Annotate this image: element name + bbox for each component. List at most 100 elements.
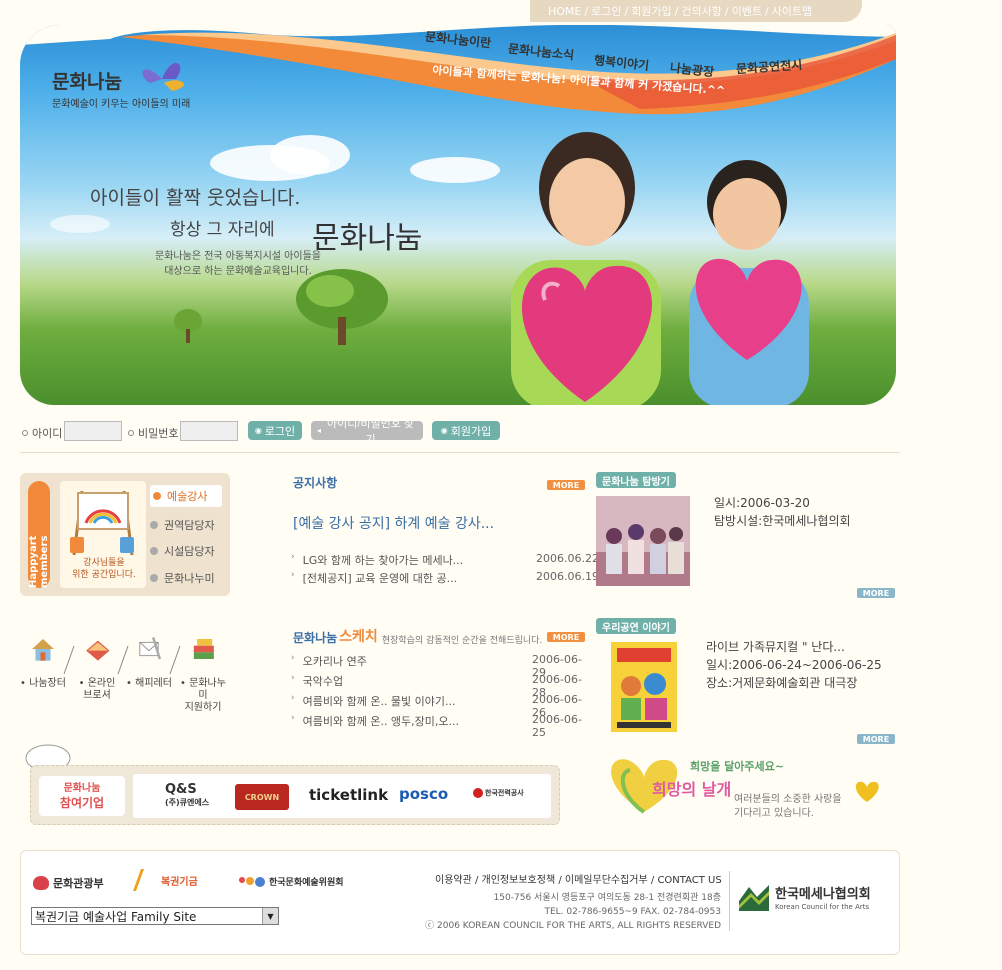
- arko-logo-text: 한국문화예술위원회: [269, 878, 344, 888]
- member-item-label: 예술강사: [167, 490, 208, 503]
- footer-address-block: 150-756 서울시 영등포구 여의도동 28-1 전경련회관 18층 TEL…: [401, 891, 721, 933]
- notice-headline[interactable]: [예술 강사 공지] 하계 예술 강사...: [293, 513, 494, 533]
- quick-link-label-line2: 브로셔: [83, 690, 111, 701]
- footer-link-contact[interactable]: CONTACT US: [657, 875, 721, 886]
- logo-title[interactable]: 문화나눔: [52, 67, 122, 94]
- footer-divider: [729, 871, 730, 931]
- arrow-icon: ›: [291, 673, 295, 683]
- notice-row[interactable]: › [전체공지] 교육 운영에 대한 공... 2006.06.19: [291, 570, 599, 586]
- member-item-facility-manager[interactable]: 시설담당자: [150, 543, 215, 559]
- member-item-volunteer[interactable]: 문화나누미: [150, 570, 215, 586]
- notice-row-date: 2006.06.19: [536, 570, 599, 583]
- top-link-home[interactable]: HOME: [548, 5, 581, 18]
- sketch-description: 현장학습의 감동적인 순간을 전해드립니다.: [381, 636, 543, 646]
- login-button[interactable]: ◉ 로그인: [248, 421, 302, 440]
- performance-poster[interactable]: [611, 642, 677, 732]
- quick-link-market[interactable]: • 나눔장터: [20, 634, 66, 690]
- quick-link-volunteer[interactable]: • 문화나누미 지원하기: [176, 634, 230, 714]
- separator: /: [674, 4, 679, 18]
- bullet-icon: [150, 574, 158, 582]
- book-icon: [86, 640, 110, 661]
- member-item-artist[interactable]: 예술강사: [150, 485, 222, 507]
- arrow-icon: ›: [291, 570, 295, 580]
- sponsor-box: 문화나눔 참여기업 Q&S (주)큐엔에스 CROWN ticketlink po…: [30, 765, 560, 825]
- crown-logo[interactable]: CROWN: [235, 784, 289, 810]
- qns-logo-sub: (주)큐엔에스: [165, 798, 210, 807]
- footer-link-email-policy[interactable]: 이메일무단수집거부: [565, 875, 648, 886]
- ticketlink-logo[interactable]: ticketlink: [309, 786, 388, 804]
- notice-row-date: 2006.06.22: [536, 552, 599, 565]
- kepco-logo[interactable]: 한국전력공사: [473, 788, 524, 798]
- mcst-logo-text: 문화관광부: [53, 877, 104, 890]
- visit-photo[interactable]: [596, 496, 690, 586]
- top-link-event[interactable]: 이벤트: [732, 3, 762, 19]
- top-link-sitemap[interactable]: 사이트맵: [772, 3, 812, 19]
- logo-subtitle: 문화예술이 키우는 아이들의 미래: [52, 99, 191, 110]
- arrow-icon: ›: [291, 653, 295, 663]
- arko-logo[interactable]: 한국문화예술위원회: [239, 875, 344, 888]
- hope-wings-banner[interactable]: 희망을 달아주세요~ 희망의 날개 여러분들의 소중한 사랑을 기다리고 있습니…: [600, 748, 890, 820]
- hero-banner: 문화나눔이란 문화나눔소식 행복이야기 나눔광장 문화공연전시 아이들과 함께하…: [20, 25, 896, 405]
- login-button-label: 로그인: [264, 425, 296, 438]
- sketch-row-text: 여름비와 함께 온.. 앵두,장미,오...: [302, 715, 460, 728]
- sketch-row[interactable]: › 여름비와 함께 온.. 물빛 이야기... 2006-06-26: [291, 693, 593, 719]
- divider: [20, 452, 900, 453]
- quick-link-happy-letter[interactable]: • 해피레터: [126, 634, 172, 690]
- performance-more-button[interactable]: MORE: [857, 734, 895, 744]
- footer-link-privacy[interactable]: 개인정보보호정책: [482, 875, 556, 886]
- join-button[interactable]: ◉ 회원가입: [432, 421, 500, 440]
- lottery-fund-logo[interactable]: 복권기금: [132, 869, 198, 891]
- bullet-icon: [150, 547, 158, 555]
- qns-logo[interactable]: Q&S (주)큐엔에스: [165, 782, 209, 808]
- id-input[interactable]: [64, 421, 122, 441]
- visit-tag: 문화나눔 탐방기: [596, 472, 676, 488]
- separator: /: [584, 4, 589, 18]
- find-id-password-button[interactable]: ◂ 아이디/비밀번호 찾기: [311, 418, 423, 446]
- notice-more-button[interactable]: MORE: [547, 480, 585, 490]
- performance-title[interactable]: 라이브 가족뮤지컬 " 난다...: [706, 638, 882, 656]
- password-label: 비밀번호: [128, 425, 178, 441]
- quick-link-label: • 온라인: [78, 678, 116, 689]
- posco-logo[interactable]: posco: [399, 785, 448, 803]
- visit-more-button[interactable]: MORE: [857, 588, 895, 598]
- id-label-text: 아이디: [32, 427, 63, 440]
- top-link-login[interactable]: 로그인: [591, 3, 621, 19]
- sketch-row[interactable]: › 오카리나 연주 2006-06-29: [291, 653, 593, 679]
- footer-link-terms[interactable]: 이용약관: [435, 875, 472, 886]
- password-input[interactable]: [180, 421, 238, 441]
- top-link-join[interactable]: 회원가입: [631, 3, 671, 19]
- chevron-down-icon[interactable]: ▼: [262, 908, 278, 924]
- quick-link-label-text: 문화나누미: [189, 678, 226, 701]
- sponsor-label-line1: 문화나눔: [63, 783, 101, 794]
- members-caption-line1: 강사님들을: [83, 558, 125, 568]
- council-name-en: Korean Council for the Arts: [775, 903, 870, 911]
- sketch-row[interactable]: › 여름비와 함께 온.. 앵두,장미,오... 2006-06-25: [291, 713, 593, 739]
- sketch-row[interactable]: › 국악수업 2006-06-28: [291, 673, 593, 699]
- separator: /: [724, 4, 729, 18]
- slash-divider: [63, 645, 75, 675]
- sketch-more-button[interactable]: MORE: [547, 632, 585, 642]
- sketch-row-text: 여름비와 함께 온.. 물빛 이야기...: [302, 695, 456, 708]
- hope-line2: 희망의 날개: [652, 780, 732, 799]
- hero-handwriting-2: 항상 그 자리에: [170, 220, 275, 240]
- member-item-label: 권역담당자: [164, 519, 215, 532]
- member-item-region-manager[interactable]: 권역담당자: [150, 517, 215, 533]
- performance-tag: 우리공연 이야기: [596, 618, 676, 634]
- hope-line3: 여러분들의 소중한 사랑을: [734, 794, 842, 805]
- cloud: [50, 215, 110, 233]
- family-site-select[interactable]: 복권기금 예술사업 Family Site ▼: [31, 907, 279, 925]
- slash-divider: [117, 645, 129, 675]
- notice-row[interactable]: › LG와 함께 하는 찾아가는 메세나... 2006.06.22: [291, 552, 599, 568]
- sketch-row-date: 2006-06-25: [532, 713, 582, 739]
- top-utility-nav: HOME / 로그인 / 회원가입 / 건의사항 / 이벤트 / 사이트맵: [530, 0, 862, 22]
- mcst-logo[interactable]: 문화관광부: [33, 875, 104, 891]
- quick-link-label-text: 나눔장터: [29, 678, 66, 689]
- notice-row-text: LG와 함께 하는 찾아가는 메세나...: [302, 554, 464, 567]
- easel-icon: [70, 490, 134, 556]
- quick-link-label-line2: 지원하기: [184, 702, 222, 713]
- quick-link-brochure[interactable]: • 온라인 브로셔: [74, 634, 120, 702]
- quick-link-label: • 나눔장터: [20, 678, 66, 689]
- member-item-label: 문화나누미: [164, 572, 215, 585]
- bullet-icon: [153, 492, 161, 500]
- top-link-suggest[interactable]: 건의사항: [681, 3, 721, 19]
